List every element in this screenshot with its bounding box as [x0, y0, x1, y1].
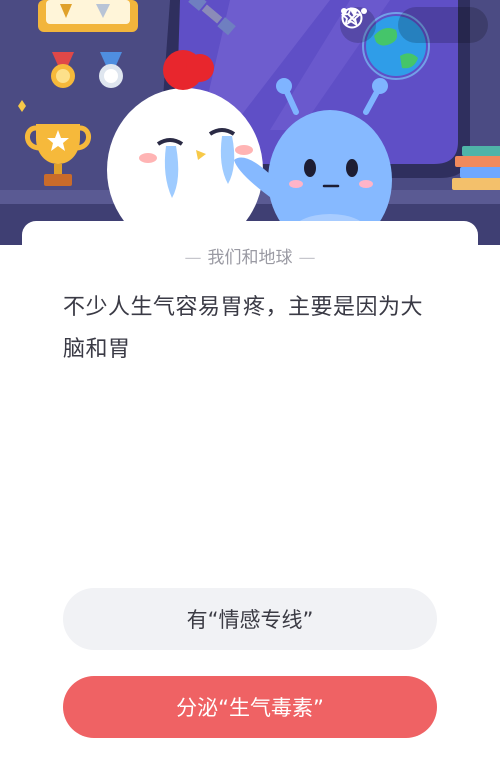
divider: — [298, 248, 316, 268]
option-a-button[interactable]: 有“情感专线” [63, 588, 437, 650]
option-a-label: 有“情感专线” [186, 608, 314, 632]
gold-medal-icon [51, 52, 75, 88]
divider: — [184, 248, 202, 268]
silver-medal-icon [99, 52, 123, 88]
question-text: 不少人生气容易胃疼，主要是因为大脑和胃 [63, 295, 424, 362]
category-title: — 我们和地球 — [22, 243, 478, 268]
capsule-menu [341, 7, 488, 43]
top-controls [340, 6, 488, 44]
close-circle-icon[interactable] [340, 6, 364, 30]
option-b-button[interactable]: 分泌“生气毒素” [63, 676, 437, 738]
award-frame-icon [38, 0, 138, 32]
header-illustration [0, 0, 500, 245]
option-b-label: 分泌“生气毒素” [176, 696, 324, 720]
category-label: 我们和地球 [207, 248, 293, 268]
question-card: — 我们和地球 — 不少人生气容易胃疼，主要是因为大脑和胃 有“情感专线” 分泌“生… [22, 221, 478, 761]
